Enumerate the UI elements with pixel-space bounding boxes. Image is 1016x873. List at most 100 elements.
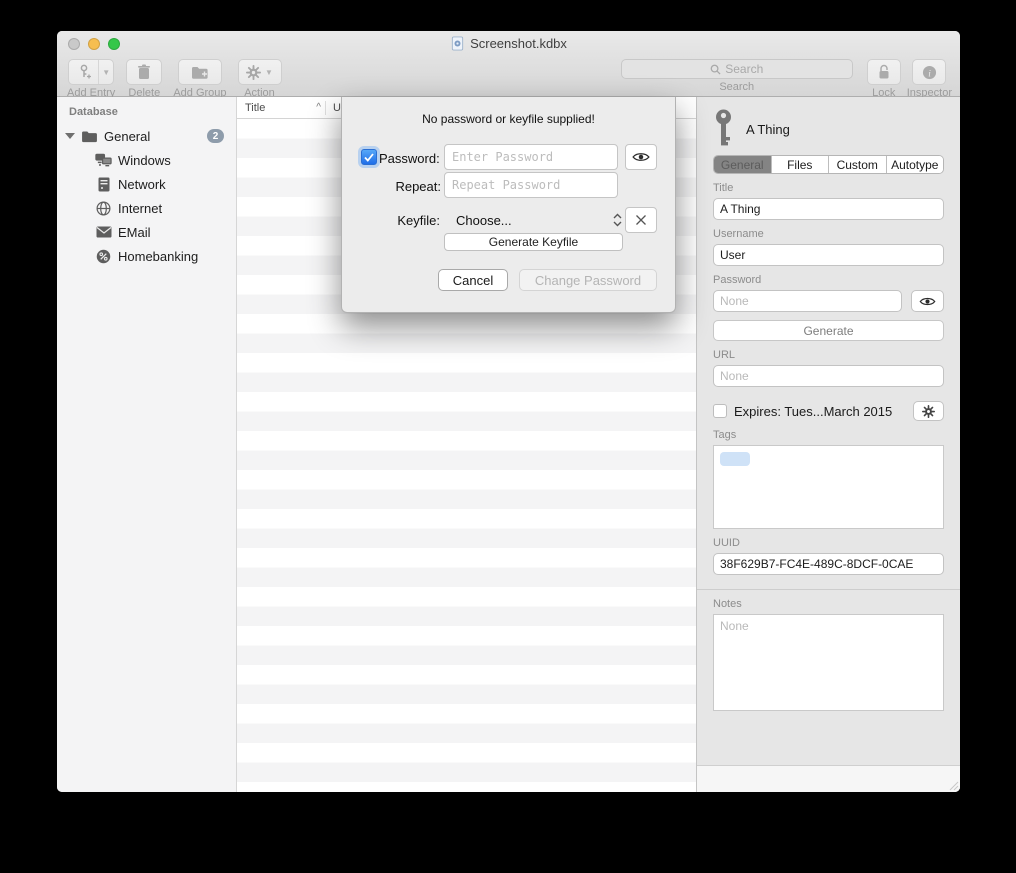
sidebar-item-internet[interactable]: Internet <box>57 196 236 220</box>
expires-label: Expires: Tues...March 2015 <box>734 404 906 419</box>
uuid-label: UUID <box>713 537 944 549</box>
change-password-button[interactable]: Change Password <box>519 269 657 291</box>
dialog-repeat-input[interactable]: Repeat Password <box>444 172 618 198</box>
keyfile-dropdown[interactable]: Choose... <box>456 207 622 233</box>
add-entry-button[interactable]: ▼ <box>68 59 114 85</box>
globe-icon <box>95 201 112 216</box>
password-field-placeholder: None <box>720 294 749 308</box>
traffic-lights <box>68 38 120 50</box>
gear-icon <box>246 65 261 80</box>
envelope-icon <box>95 226 112 238</box>
tag-pill[interactable] <box>720 452 750 466</box>
sidebar-item-general[interactable]: General 2 <box>57 124 236 148</box>
sidebar: Database General 2 <box>57 97 237 792</box>
sidebar-item-network[interactable]: Network <box>57 172 236 196</box>
resize-grip[interactable] <box>949 781 959 791</box>
tab-custom[interactable]: Custom <box>829 156 887 173</box>
tab-autotype[interactable]: Autotype <box>887 156 944 173</box>
lock-button[interactable] <box>867 59 901 85</box>
expires-row: Expires: Tues...March 2015 <box>713 401 944 421</box>
title-field-value: A Thing <box>720 202 760 216</box>
app-window: Screenshot.kdbx ▼ Add Entry <box>57 31 960 792</box>
key-icon <box>713 109 734 149</box>
notes-field[interactable]: None <box>713 614 944 711</box>
generate-button-label: Generate <box>803 324 853 338</box>
chevron-down-icon: ▼ <box>265 68 273 77</box>
sidebar-item-homebanking[interactable]: Homebanking <box>57 244 236 268</box>
zoom-button[interactable] <box>108 38 120 50</box>
column-header-title[interactable]: Title ^ <box>237 102 325 114</box>
uuid-value: 38F629B7-FC4E-489C-8DCF-0CAE <box>720 557 913 571</box>
inspector-button[interactable]: i <box>912 59 946 85</box>
sidebar-item-label: Windows <box>118 153 171 168</box>
svg-text:i: i <box>928 69 931 79</box>
disclosure-triangle-icon[interactable] <box>65 133 75 139</box>
change-password-label: Change Password <box>535 273 641 288</box>
tags-label: Tags <box>713 429 944 441</box>
title-field[interactable]: A Thing <box>713 198 944 220</box>
uuid-field[interactable]: 38F629B7-FC4E-489C-8DCF-0CAE <box>713 553 944 575</box>
column-header-username[interactable]: U <box>326 102 341 114</box>
sidebar-item-email[interactable]: EMail <box>57 220 236 244</box>
dialog-repeat-label: Repeat: <box>386 179 441 194</box>
close-x-icon <box>635 214 647 226</box>
stepper-icon <box>613 213 622 227</box>
sidebar-item-windows[interactable]: Windows <box>57 148 236 172</box>
eye-icon <box>919 296 936 307</box>
cancel-button[interactable]: Cancel <box>438 269 508 291</box>
action-button[interactable]: ▼ <box>238 59 282 85</box>
tags-box[interactable] <box>713 445 944 529</box>
search-placeholder: Search <box>725 62 763 76</box>
group-count-badge: 2 <box>207 129 224 143</box>
inspector-divider <box>697 589 960 590</box>
key-plus-icon <box>69 60 99 84</box>
inspector-panel: A Thing General Files Custom Autotype Ti… <box>696 97 960 792</box>
delete-button[interactable] <box>126 59 162 85</box>
toolbar: ▼ Add Entry Delete <box>57 56 960 97</box>
document-icon <box>450 36 465 51</box>
toolbar-lock: Lock <box>867 59 901 99</box>
sidebar-item-label: Internet <box>118 201 162 216</box>
expires-checkbox[interactable] <box>713 404 727 418</box>
add-entry-dropdown[interactable]: ▼ <box>99 60 113 84</box>
password-field-label: Password <box>713 274 944 286</box>
dialog-password-input[interactable]: Enter Password <box>444 144 618 170</box>
reveal-password-button[interactable] <box>911 290 944 312</box>
minimize-button[interactable] <box>88 38 100 50</box>
clear-keyfile-button[interactable] <box>625 207 657 233</box>
unlock-icon <box>877 64 891 80</box>
add-group-button[interactable] <box>178 59 222 85</box>
notes-placeholder: None <box>720 619 749 633</box>
username-field-label: Username <box>713 228 944 240</box>
cancel-button-label: Cancel <box>453 273 493 288</box>
username-field-value: User <box>720 248 745 262</box>
password-field[interactable]: None <box>713 290 902 312</box>
sidebar-item-label: General <box>104 129 150 144</box>
generate-password-button[interactable]: Generate <box>713 320 944 341</box>
tab-files[interactable]: Files <box>772 156 830 173</box>
dialog-keyfile-label: Keyfile: <box>390 213 440 228</box>
notes-label: Notes <box>713 598 944 610</box>
search-input[interactable]: Search <box>621 59 853 79</box>
percent-icon <box>95 249 112 264</box>
password-checkbox[interactable] <box>361 149 377 165</box>
keyfile-dropdown-value: Choose... <box>456 213 512 228</box>
dialog-reveal-password-button[interactable] <box>625 144 657 170</box>
username-field[interactable]: User <box>713 244 944 266</box>
entry-title: A Thing <box>746 122 790 137</box>
eye-icon <box>632 151 650 163</box>
toolbar-action: ▼ Action <box>238 59 282 99</box>
dialog-repeat-placeholder: Repeat Password <box>452 178 560 192</box>
gear-icon <box>922 405 935 418</box>
change-password-sheet: No password or keyfile supplied! Passwor… <box>341 97 676 313</box>
search-label: Search <box>719 81 754 93</box>
generate-keyfile-button[interactable]: Generate Keyfile <box>444 233 623 251</box>
close-button[interactable] <box>68 38 80 50</box>
expires-settings-button[interactable] <box>913 401 944 421</box>
sidebar-section-header: Database <box>57 106 236 118</box>
window-header: Screenshot.kdbx ▼ Add Entry <box>57 31 960 97</box>
trash-icon <box>137 64 151 80</box>
url-field[interactable]: None <box>713 365 944 387</box>
checkmark-icon <box>364 153 374 162</box>
tab-general[interactable]: General <box>714 156 772 173</box>
